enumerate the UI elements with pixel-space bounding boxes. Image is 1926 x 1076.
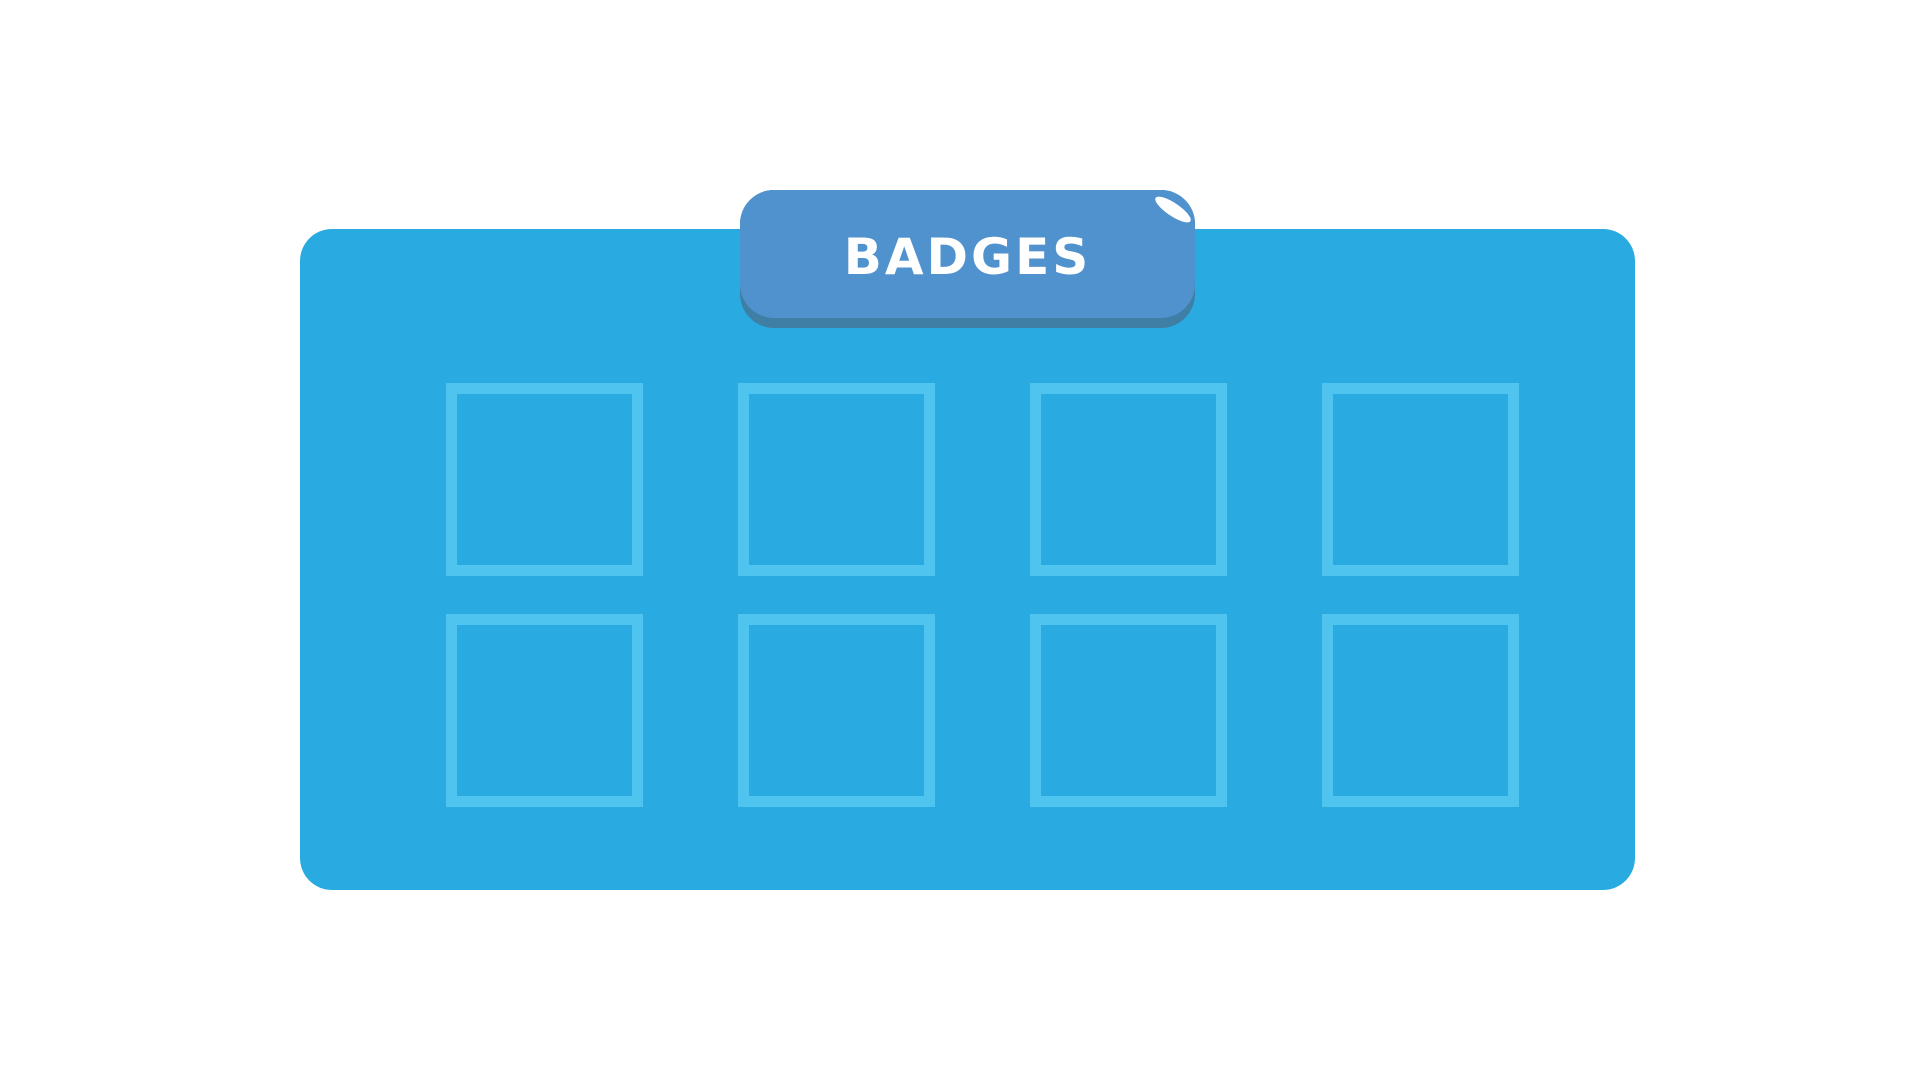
badge-slot-5[interactable] — [446, 614, 643, 807]
badge-slot-3[interactable] — [1030, 383, 1227, 576]
badge-slot-8[interactable] — [1322, 614, 1519, 807]
title-tab: BADGES — [740, 190, 1195, 328]
badge-slot-2[interactable] — [738, 383, 935, 576]
badge-slot-6[interactable] — [738, 614, 935, 807]
badge-slot-1[interactable] — [446, 383, 643, 576]
title-tab-face: BADGES — [740, 190, 1195, 318]
shine-highlight — [1151, 192, 1195, 227]
panel-title: BADGES — [843, 228, 1092, 286]
badge-slot-7[interactable] — [1030, 614, 1227, 807]
badge-slot-4[interactable] — [1322, 383, 1519, 576]
badge-grid — [446, 383, 1519, 807]
